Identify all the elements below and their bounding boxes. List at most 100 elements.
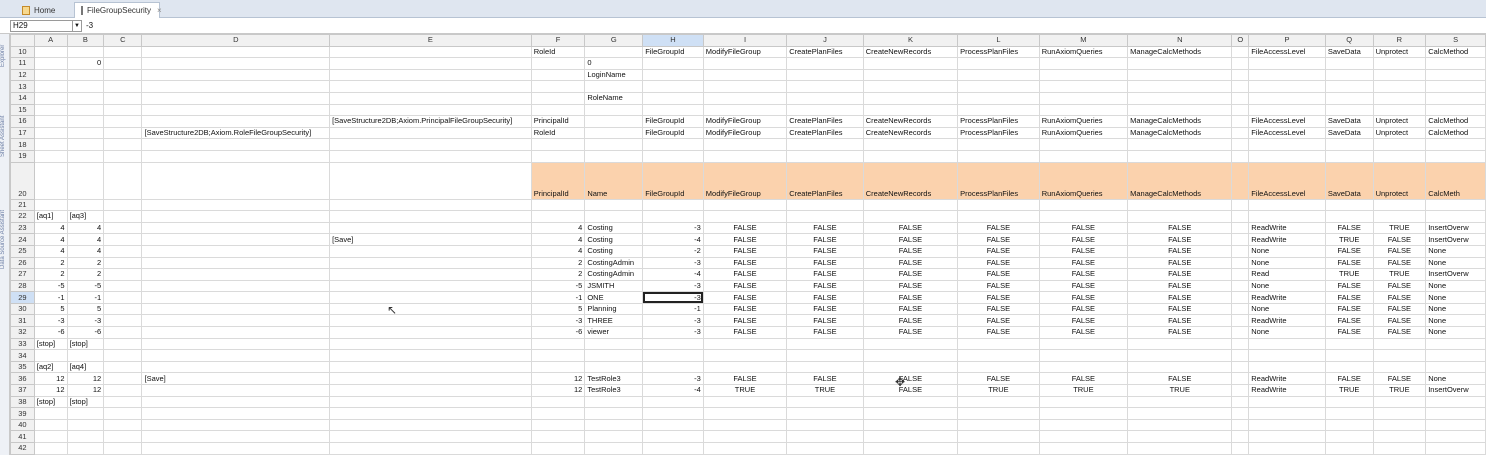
cell-o38[interactable] bbox=[1231, 395, 1250, 409]
cell-e20[interactable] bbox=[329, 161, 532, 200]
cell-j41[interactable] bbox=[786, 430, 864, 443]
cell-n19[interactable] bbox=[1127, 149, 1233, 163]
cell-o35[interactable] bbox=[1231, 360, 1250, 374]
cell-i36[interactable]: FALSE bbox=[702, 372, 788, 386]
cell-r11[interactable] bbox=[1372, 57, 1427, 70]
cell-f23[interactable]: 4 bbox=[530, 221, 586, 235]
cell-c16[interactable] bbox=[103, 115, 143, 128]
row-header-36[interactable]: 36 bbox=[10, 372, 35, 386]
cell-e10[interactable] bbox=[329, 45, 532, 59]
cell-b35[interactable]: [aq4] bbox=[66, 360, 105, 374]
tab-filegroupsecurity[interactable]: FileGroupSecurity × bbox=[74, 2, 162, 18]
cell-r41[interactable] bbox=[1372, 430, 1427, 443]
cell-r34[interactable] bbox=[1372, 349, 1427, 362]
cell-f30[interactable]: 5 bbox=[530, 302, 586, 316]
cell-s39[interactable] bbox=[1425, 407, 1486, 420]
cell-f11[interactable] bbox=[530, 57, 586, 70]
cell-g16[interactable] bbox=[584, 115, 644, 128]
cell-c22[interactable] bbox=[103, 210, 143, 223]
cell-e18[interactable] bbox=[329, 138, 532, 151]
select-all-corner[interactable] bbox=[10, 34, 35, 47]
cell-j10[interactable]: CreatePlanFiles bbox=[786, 45, 864, 59]
cell-g19[interactable] bbox=[584, 149, 644, 163]
cell-l12[interactable] bbox=[957, 68, 1040, 82]
cell-j39[interactable] bbox=[786, 407, 864, 420]
cell-i17[interactable]: ModifyFileGroup bbox=[702, 126, 788, 140]
cell-s41[interactable] bbox=[1425, 430, 1486, 443]
cell-c37[interactable] bbox=[103, 384, 143, 397]
cell-i26[interactable]: FALSE bbox=[702, 256, 788, 270]
cell-i34[interactable] bbox=[702, 349, 788, 362]
cell-j22[interactable] bbox=[786, 210, 864, 223]
cell-e37[interactable] bbox=[329, 384, 532, 397]
cell-p29[interactable]: ReadWrite bbox=[1248, 291, 1326, 304]
cell-n17[interactable]: ManageCalcMethods bbox=[1127, 126, 1233, 140]
row-header-18[interactable]: 18 bbox=[10, 138, 35, 151]
cell-a19[interactable] bbox=[33, 149, 68, 163]
cell-q39[interactable] bbox=[1324, 407, 1374, 420]
cell-a26[interactable]: 2 bbox=[33, 256, 68, 270]
cell-e33[interactable] bbox=[329, 337, 532, 351]
cell-g14[interactable]: RoleName bbox=[584, 91, 644, 105]
cell-k28[interactable]: FALSE bbox=[862, 279, 959, 293]
cell-k40[interactable] bbox=[862, 418, 959, 432]
cell-j15[interactable] bbox=[786, 103, 864, 117]
cell-p10[interactable]: FileAccessLevel bbox=[1248, 45, 1326, 59]
row-header-12[interactable]: 12 bbox=[10, 68, 35, 82]
cell-b40[interactable] bbox=[66, 418, 105, 432]
cell-d11[interactable] bbox=[141, 57, 331, 70]
cell-h36[interactable]: -3 bbox=[642, 372, 704, 386]
cell-m11[interactable] bbox=[1038, 57, 1129, 70]
cell-l10[interactable]: ProcessPlanFiles bbox=[957, 45, 1040, 59]
cell-o10[interactable] bbox=[1231, 45, 1250, 59]
column-header-a[interactable]: A bbox=[33, 34, 68, 47]
cell-p35[interactable] bbox=[1248, 360, 1326, 374]
cell-o33[interactable] bbox=[1231, 337, 1250, 351]
cell-o22[interactable] bbox=[1231, 210, 1250, 223]
cell-l35[interactable] bbox=[957, 360, 1040, 374]
cell-l13[interactable] bbox=[957, 80, 1040, 93]
row-header-30[interactable]: 30 bbox=[10, 302, 35, 316]
cell-a24[interactable]: 4 bbox=[33, 233, 68, 246]
cell-r36[interactable]: FALSE bbox=[1372, 372, 1427, 386]
cell-c28[interactable] bbox=[103, 279, 143, 293]
cell-d18[interactable] bbox=[141, 138, 331, 151]
cell-r32[interactable]: FALSE bbox=[1372, 326, 1427, 339]
cell-r21[interactable] bbox=[1372, 198, 1427, 212]
cell-j32[interactable]: FALSE bbox=[786, 326, 864, 339]
cell-b12[interactable] bbox=[66, 68, 105, 82]
row-header-14[interactable]: 14 bbox=[10, 91, 35, 105]
cell-f26[interactable]: 2 bbox=[530, 256, 586, 270]
cell-q13[interactable] bbox=[1324, 80, 1374, 93]
cell-c20[interactable] bbox=[103, 161, 143, 200]
cell-a30[interactable]: 5 bbox=[33, 302, 68, 316]
cell-p32[interactable]: None bbox=[1248, 326, 1326, 339]
cell-p26[interactable]: None bbox=[1248, 256, 1326, 270]
cell-d17[interactable]: [SaveStructure2DB;Axiom.RoleFileGroupSec… bbox=[141, 126, 331, 140]
cell-o36[interactable] bbox=[1231, 372, 1250, 386]
cell-o42[interactable] bbox=[1231, 442, 1250, 455]
cell-k33[interactable] bbox=[862, 337, 959, 351]
cell-d22[interactable] bbox=[141, 210, 331, 223]
cell-j38[interactable] bbox=[786, 395, 864, 409]
cell-c33[interactable] bbox=[103, 337, 143, 351]
cell-g24[interactable]: Costing bbox=[584, 233, 644, 246]
cell-b26[interactable]: 2 bbox=[66, 256, 105, 270]
cell-c10[interactable] bbox=[103, 45, 143, 59]
cell-g32[interactable]: viewer bbox=[584, 326, 644, 339]
cell-j33[interactable] bbox=[786, 337, 864, 351]
cell-i13[interactable] bbox=[702, 80, 788, 93]
cell-g27[interactable]: CostingAdmin bbox=[584, 268, 644, 281]
cell-g10[interactable] bbox=[584, 45, 644, 59]
cell-r10[interactable]: Unprotect bbox=[1372, 45, 1427, 59]
row-header-19[interactable]: 19 bbox=[10, 149, 35, 163]
cell-c18[interactable] bbox=[103, 138, 143, 151]
row-header-16[interactable]: 16 bbox=[10, 115, 35, 128]
cell-k10[interactable]: CreateNewRecords bbox=[862, 45, 959, 59]
cell-r39[interactable] bbox=[1372, 407, 1427, 420]
cell-d42[interactable] bbox=[141, 442, 331, 455]
cell-m22[interactable] bbox=[1038, 210, 1129, 223]
cell-k41[interactable] bbox=[862, 430, 959, 443]
cell-j25[interactable]: FALSE bbox=[786, 244, 864, 258]
cell-b24[interactable]: 4 bbox=[66, 233, 105, 246]
